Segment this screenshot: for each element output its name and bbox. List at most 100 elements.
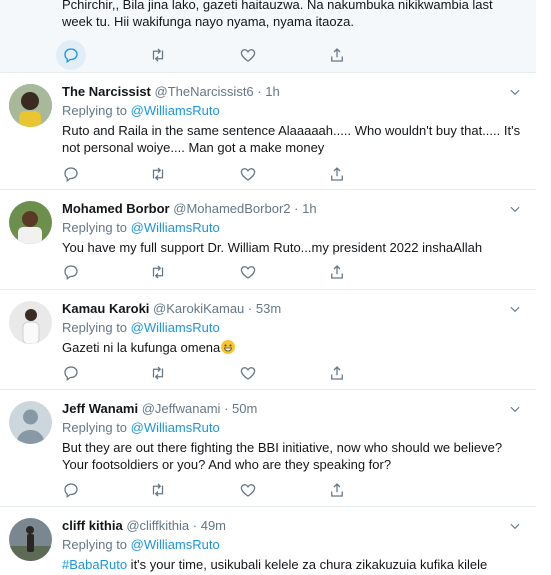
reply-button[interactable] [62, 165, 80, 183]
share-button[interactable] [328, 481, 346, 499]
like-button[interactable] [239, 46, 257, 64]
retweet-button[interactable] [149, 46, 167, 64]
display-name[interactable]: Jeff Wanami [62, 401, 138, 416]
tweet-text-wrap: #BabaRuto it's your time, usikubali kele… [62, 556, 524, 573]
tweet-item[interactable]: Jeff Wanami @Jeffwanami · 50m Replying t… [0, 390, 536, 507]
timestamp[interactable]: 49m [201, 518, 226, 533]
retweet-icon [152, 48, 164, 62]
mention-link[interactable]: @WilliamsRuto [131, 103, 220, 118]
timestamp[interactable]: 1h [302, 201, 316, 216]
share-button[interactable] [328, 364, 346, 382]
timestamp[interactable]: 53m [256, 301, 281, 316]
tweet-item[interactable]: The Narcissist @TheNarcissist6 · 1h Repl… [0, 73, 536, 190]
user-handle[interactable]: @cliffkithia [126, 518, 189, 533]
scrollbar-track[interactable] [536, 0, 551, 575]
share-button[interactable] [328, 263, 346, 281]
grinning-emoji-icon [221, 340, 236, 354]
chevron-down-icon[interactable] [508, 402, 522, 416]
replying-prefix: Replying to [62, 420, 128, 435]
retweet-button[interactable] [149, 364, 167, 382]
tweet-actions [62, 364, 362, 382]
like-icon [240, 266, 256, 279]
tweet-actions [62, 263, 362, 281]
avatar[interactable] [9, 518, 52, 561]
avatar[interactable] [9, 301, 52, 344]
hashtag-link[interactable]: #BabaRuto [62, 557, 127, 572]
separator-dot: · [294, 201, 299, 216]
reply-icon [64, 366, 78, 382]
like-button[interactable] [239, 481, 257, 499]
user-handle[interactable]: @Jeffwanami [142, 401, 221, 416]
display-name[interactable]: cliff kithia [62, 518, 123, 533]
share-icon [331, 265, 343, 279]
tweet-text: Ruto and Raila in the same sentence Alaa… [62, 123, 524, 155]
timestamp[interactable]: 50m [232, 401, 257, 416]
reply-button[interactable] [62, 481, 80, 499]
reply-button[interactable] [56, 40, 86, 70]
tweet-item[interactable]: cliff kithia @cliffkithia · 49m Replying… [0, 507, 536, 575]
replying-prefix: Replying to [62, 537, 128, 552]
chevron-down-icon[interactable] [508, 302, 522, 316]
replying-to: Replying to @WilliamsRuto [62, 102, 524, 120]
reply-button[interactable] [62, 263, 80, 281]
default-avatar-icon [9, 401, 52, 444]
tweet-text: But they are out there fighting the BBI … [62, 440, 506, 472]
avatar[interactable] [9, 201, 52, 244]
reply-icon [64, 48, 78, 64]
display-name[interactable]: The Narcissist [62, 84, 151, 99]
replying-to: Replying to @WilliamsRuto [62, 219, 524, 237]
display-name[interactable]: Mohamed Borbor [62, 201, 170, 216]
share-icon [331, 167, 343, 181]
share-icon [331, 48, 343, 62]
replying-to: Replying to @WilliamsRuto [62, 536, 524, 554]
tweet-text-wrap: Gazeti ni la kufunga omena [62, 339, 524, 356]
display-name[interactable]: Kamau Karoki [62, 301, 149, 316]
like-icon [240, 484, 256, 497]
like-button[interactable] [239, 364, 257, 382]
replying-prefix: Replying to [62, 220, 128, 235]
retweet-button[interactable] [149, 481, 167, 499]
mention-link[interactable]: @WilliamsRuto [131, 537, 220, 552]
chevron-down-icon[interactable] [508, 202, 522, 216]
mention-link[interactable]: @WilliamsRuto [131, 320, 220, 335]
share-icon [331, 483, 343, 497]
replying-prefix: Replying to [62, 103, 128, 118]
retweet-icon [152, 265, 164, 279]
avatar-image [9, 301, 52, 344]
reply-icon [64, 483, 78, 499]
user-handle[interactable]: @TheNarcissist6 [155, 84, 254, 99]
tweet-item[interactable]: Pchirchir,, Bila jina lako, gazeti haita… [0, 0, 536, 73]
timestamp[interactable]: 1h [265, 84, 279, 99]
retweet-button[interactable] [149, 263, 167, 281]
mention-link[interactable]: @WilliamsRuto [131, 220, 220, 235]
chevron-down-icon[interactable] [508, 519, 522, 533]
retweet-button[interactable] [149, 165, 167, 183]
tweet-header: Mohamed Borbor @MohamedBorbor2 · 1h [62, 200, 524, 218]
replying-to: Replying to @WilliamsRuto [62, 319, 524, 337]
mention-link[interactable]: @WilliamsRuto [131, 420, 220, 435]
tweet-actions [56, 40, 362, 70]
tweet-header: Kamau Karoki @KarokiKamau · 53m [62, 300, 524, 318]
chevron-down-icon[interactable] [508, 85, 522, 99]
tweet-content: Kamau Karoki @KarokiKamau · 53m Replying… [62, 300, 524, 356]
tweet-content: The Narcissist @TheNarcissist6 · 1h Repl… [62, 83, 524, 156]
reply-icon [64, 167, 78, 183]
share-icon [331, 366, 343, 380]
like-button[interactable] [239, 263, 257, 281]
like-icon [240, 168, 256, 181]
user-handle[interactable]: @MohamedBorbor2 [173, 201, 290, 216]
avatar[interactable] [9, 401, 52, 444]
tweet-item[interactable]: Kamau Karoki @KarokiKamau · 53m Replying… [0, 290, 536, 390]
like-button[interactable] [239, 165, 257, 183]
reply-button[interactable] [62, 364, 80, 382]
separator-dot: · [257, 84, 262, 99]
share-button[interactable] [328, 165, 346, 183]
separator-dot: · [247, 301, 253, 316]
user-handle[interactable]: @KarokiKamau [153, 301, 244, 316]
tweet-item[interactable]: Mohamed Borbor @MohamedBorbor2 · 1h Repl… [0, 190, 536, 290]
avatar[interactable] [9, 84, 52, 127]
tweet-text: Gazeti ni la kufunga omena [62, 340, 221, 355]
share-button[interactable] [328, 46, 346, 64]
tweet-actions [62, 481, 362, 499]
avatar-image [9, 518, 52, 561]
